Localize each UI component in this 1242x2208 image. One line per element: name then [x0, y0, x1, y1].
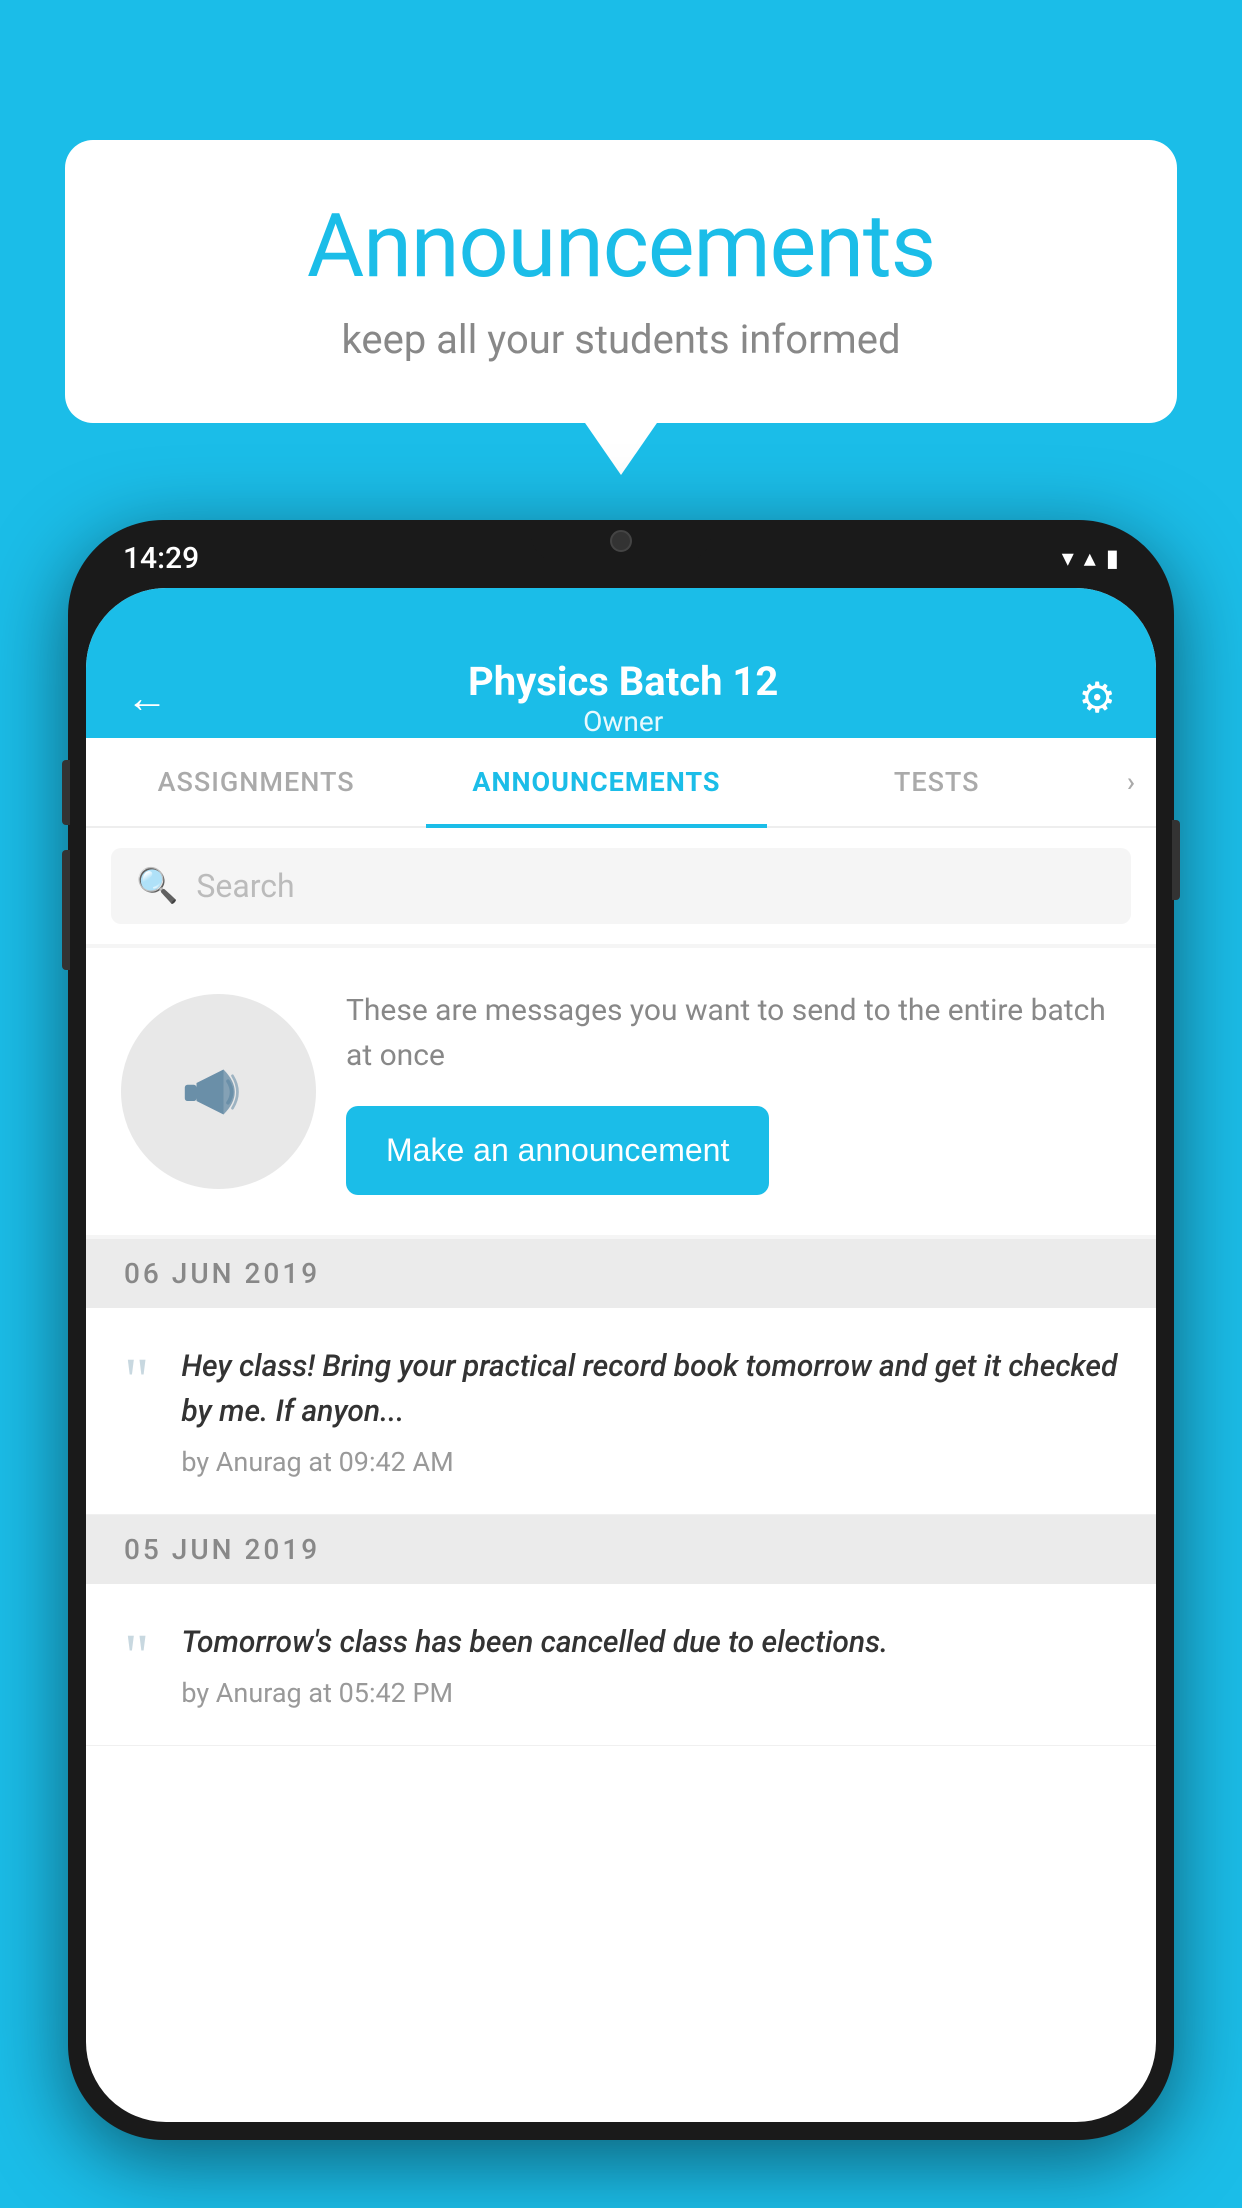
promo-icon-circle — [121, 994, 316, 1189]
back-button[interactable]: ← — [126, 674, 168, 723]
speech-bubble-subtitle: keep all your students informed — [125, 316, 1117, 363]
tab-tests[interactable]: TESTS — [767, 738, 1107, 826]
announcement-body-1: Hey class! Bring your practical record b… — [181, 1344, 1118, 1478]
tab-assignments[interactable]: ASSIGNMENTS — [86, 738, 426, 826]
header-title-group: Physics Batch 12 Owner — [468, 658, 778, 738]
announcement-body-2: Tomorrow's class has been cancelled due … — [181, 1620, 1118, 1709]
search-bar-container: 🔍 Search — [86, 828, 1156, 944]
header-title: Physics Batch 12 — [468, 658, 778, 705]
megaphone-icon — [174, 1047, 264, 1137]
tab-more[interactable]: › — [1107, 738, 1156, 826]
search-bar[interactable]: 🔍 Search — [111, 848, 1131, 924]
promo-right: These are messages you want to send to t… — [346, 988, 1121, 1195]
volume-down-button — [62, 850, 70, 970]
phone-camera — [610, 530, 632, 552]
announcement-item-1[interactable]: " Hey class! Bring your practical record… — [86, 1308, 1156, 1515]
status-time: 14:29 — [123, 541, 199, 576]
volume-up-button — [62, 760, 70, 825]
date-divider-1: 06 JUN 2019 — [86, 1239, 1156, 1308]
announcement-promo: These are messages you want to send to t… — [86, 948, 1156, 1235]
search-icon: 🔍 — [136, 866, 178, 906]
speech-bubble: Announcements keep all your students inf… — [65, 140, 1177, 423]
speech-bubble-title: Announcements — [125, 195, 1117, 298]
announcement-meta-1: by Anurag at 09:42 AM — [181, 1446, 1118, 1478]
phone-screen: ← Physics Batch 12 Owner ⚙ ASSIGNMENTS A… — [86, 588, 1156, 2122]
signal-icon: ▴ — [1084, 544, 1096, 572]
announcement-text-1: Hey class! Bring your practical record b… — [181, 1344, 1118, 1434]
tab-announcements[interactable]: ANNOUNCEMENTS — [426, 738, 766, 826]
tabs-bar: ASSIGNMENTS ANNOUNCEMENTS TESTS › — [86, 738, 1156, 828]
app-header: ← Physics Batch 12 Owner ⚙ — [86, 588, 1156, 738]
wifi-icon: ▾ — [1062, 544, 1074, 572]
quote-icon-2: " — [124, 1626, 149, 1688]
power-button — [1172, 820, 1180, 900]
status-icons: ▾ ▴ ▮ — [1062, 544, 1119, 572]
battery-icon: ▮ — [1106, 544, 1119, 572]
promo-description: These are messages you want to send to t… — [346, 988, 1121, 1078]
quote-icon-1: " — [124, 1350, 149, 1412]
announcement-meta-2: by Anurag at 05:42 PM — [181, 1677, 1118, 1709]
announcement-text-2: Tomorrow's class has been cancelled due … — [181, 1620, 1118, 1665]
gear-icon[interactable]: ⚙ — [1078, 673, 1116, 723]
date-divider-2: 05 JUN 2019 — [86, 1515, 1156, 1584]
app-content: 🔍 Search — [86, 828, 1156, 1746]
speech-bubble-container: Announcements keep all your students inf… — [65, 140, 1177, 423]
phone-container: 14:29 ▾ ▴ ▮ ← Physics Batch 12 Owner ⚙ — [68, 520, 1174, 2140]
search-placeholder: Search — [196, 867, 294, 905]
phone-outer: 14:29 ▾ ▴ ▮ ← Physics Batch 12 Owner ⚙ — [68, 520, 1174, 2140]
header-subtitle: Owner — [468, 705, 778, 738]
announcement-item-2[interactable]: " Tomorrow's class has been cancelled du… — [86, 1584, 1156, 1746]
make-announcement-button[interactable]: Make an announcement — [346, 1106, 769, 1195]
phone-notch — [531, 520, 711, 562]
